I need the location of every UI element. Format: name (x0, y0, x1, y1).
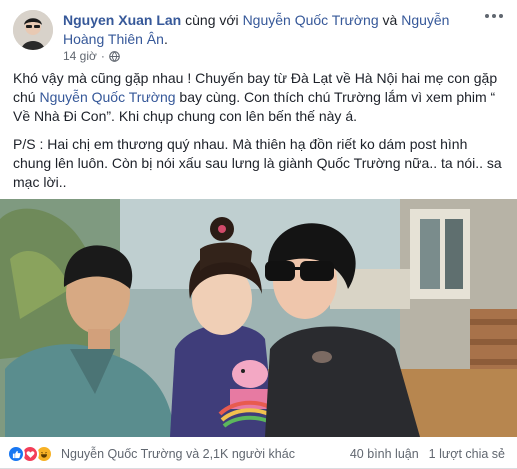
post-time[interactable]: 14 giờ (63, 49, 97, 63)
avatar[interactable] (13, 10, 53, 50)
tagged-user-1[interactable]: Nguyễn Quốc Trường (243, 12, 379, 28)
end-dot: . (163, 31, 168, 47)
with-text: cùng với (181, 12, 243, 28)
and-text: và (378, 12, 402, 28)
post-paragraph-2: P/S : Hai chị em thương quý nhau. Mà thi… (13, 136, 502, 190)
post-body: Khó vậy mà cũng gặp nhau ! Chuyến bay từ… (13, 69, 505, 201)
post-paragraph-1: Khó vậy mà cũng gặp nhau ! Chuyến bay từ… (13, 69, 505, 126)
post-meta: 14 giờ · (63, 49, 120, 63)
engagement-counts: 40 bình luận 1 lượt chia sẻ (350, 447, 505, 461)
reactions-text[interactable]: Nguyễn Quốc Trường và 2,1K người khác (61, 447, 295, 461)
comments-count[interactable]: 40 bình luận (350, 447, 419, 461)
author-name[interactable]: Nguyen Xuan Lan (63, 12, 181, 28)
post-photo[interactable] (0, 199, 517, 437)
mention-link[interactable]: Nguyễn Quốc Trường (39, 89, 175, 105)
globe-icon (109, 50, 120, 62)
like-icon (7, 445, 25, 463)
reactions-summary[interactable]: Nguyễn Quốc Trường và 2,1K người khác (7, 445, 295, 463)
post-footer: Nguyễn Quốc Trường và 2,1K người khác 40… (0, 437, 517, 469)
time-separator: · (100, 49, 105, 63)
post-title: Nguyen Xuan Lan cùng với Nguyễn Quốc Trư… (63, 11, 478, 49)
shares-count[interactable]: 1 lượt chia sẻ (429, 447, 505, 461)
more-options-icon[interactable] (483, 9, 505, 23)
post-header: Nguyen Xuan Lan cùng với Nguyễn Quốc Trư… (0, 0, 517, 63)
